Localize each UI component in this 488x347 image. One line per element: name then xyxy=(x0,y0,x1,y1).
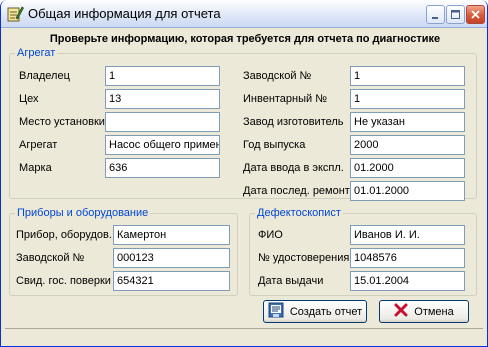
manufacturer-label: Завод изготовитель xyxy=(243,116,344,128)
status-bar xyxy=(5,328,483,342)
serial-no-field[interactable]: 1 xyxy=(350,66,465,86)
cancel-button[interactable]: Отмена xyxy=(379,300,469,323)
devices-legend: Приборы и оборудование xyxy=(15,207,151,219)
shop-label: Цех xyxy=(19,93,39,105)
inspector-legend: Дефектоскопист xyxy=(255,207,343,219)
verification-cert-field[interactable]: 654321 xyxy=(113,271,230,291)
full-name-label: ФИО xyxy=(258,229,283,241)
device-field[interactable]: Камертон xyxy=(113,225,230,245)
notepad-pen-icon xyxy=(6,5,24,23)
create-report-label: Создать отчет xyxy=(289,305,363,318)
aggregate-field[interactable]: Насос общего примене xyxy=(105,135,220,155)
commission-date-field[interactable]: 01.2000 xyxy=(350,158,465,178)
minimize-button[interactable] xyxy=(426,5,445,24)
brand-field[interactable]: 636 xyxy=(105,158,220,178)
device-serial-field[interactable]: 000123 xyxy=(113,248,230,268)
owner-label: Владелец xyxy=(19,70,70,82)
maximize-icon xyxy=(451,10,460,19)
year-field[interactable]: 2000 xyxy=(350,135,465,155)
instruction-heading: Проверьте информацию, которая требуется … xyxy=(49,33,441,45)
certificate-no-label: № удостоверения xyxy=(258,252,350,264)
close-icon xyxy=(471,10,480,19)
inventory-no-field[interactable]: 1 xyxy=(350,89,465,109)
create-report-button[interactable]: Создать отчет xyxy=(263,300,367,323)
inventory-no-label: Инвентарный № xyxy=(243,93,328,105)
maximize-button[interactable] xyxy=(446,5,465,24)
last-repair-label: Дата послед. ремонта xyxy=(243,185,356,197)
aggregate-group: Агрегат Владелец 1 Цех 13 Место установк… xyxy=(9,47,477,201)
issue-date-label: Дата выдачи xyxy=(258,275,324,287)
verification-cert-label: Свид. гос. поверки xyxy=(16,275,111,287)
aggregate-legend: Агрегат xyxy=(15,47,58,59)
commission-date-label: Дата ввода в экспл. xyxy=(243,162,344,174)
certificate-no-field[interactable]: 1048576 xyxy=(350,248,465,268)
inspector-group: Дефектоскопист ФИО Иванов И. И. № удосто… xyxy=(249,207,477,296)
manufacturer-field[interactable]: Не указан xyxy=(350,112,465,132)
owner-field[interactable]: 1 xyxy=(105,66,220,86)
report-document-icon xyxy=(268,302,284,321)
issue-date-field[interactable]: 15.01.2004 xyxy=(350,271,465,291)
window-title: Общая информация для отчета xyxy=(28,6,221,21)
last-repair-field[interactable]: 01.01.2000 xyxy=(350,181,465,201)
device-label: Прибор, оборудов. xyxy=(16,229,112,241)
title-bar[interactable]: Общая информация для отчета xyxy=(1,0,487,28)
shop-field[interactable]: 13 xyxy=(105,89,220,109)
close-button[interactable] xyxy=(466,5,485,24)
dialog-window: Общая информация для отчета Проверьте ин… xyxy=(0,0,488,347)
full-name-field[interactable]: Иванов И. И. xyxy=(350,225,465,245)
year-label: Год выпуска xyxy=(243,139,306,151)
install-place-field[interactable] xyxy=(105,112,220,132)
devices-group: Приборы и оборудование Прибор, оборудов.… xyxy=(9,207,238,296)
red-x-icon xyxy=(394,303,408,320)
serial-no-label: Заводской № xyxy=(243,70,312,82)
aggregate-label: Агрегат xyxy=(19,139,58,151)
install-place-label: Место установки xyxy=(19,116,105,128)
cancel-label: Отмена xyxy=(414,305,454,318)
brand-label: Марка xyxy=(19,162,52,174)
minimize-icon xyxy=(432,17,438,19)
device-serial-label: Заводской № xyxy=(16,252,85,264)
